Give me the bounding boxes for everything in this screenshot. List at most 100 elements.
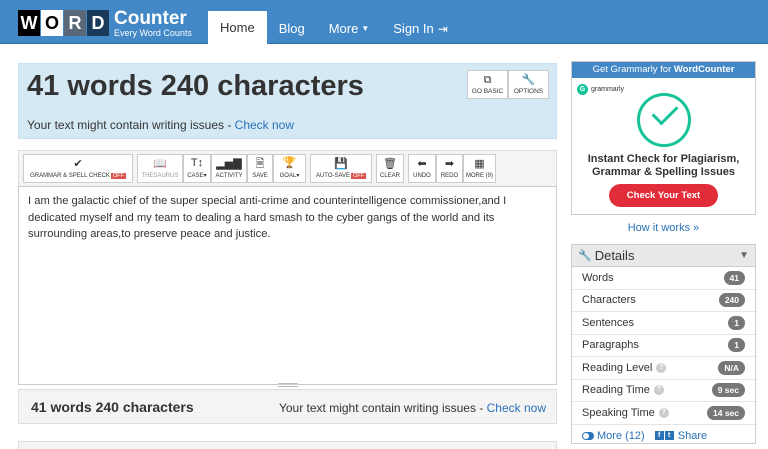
detail-label: Reading Time xyxy=(582,384,650,397)
nav-sign-in[interactable]: Sign In ⇥ xyxy=(381,12,460,45)
detail-value-badge: 14 sec xyxy=(707,405,745,420)
logo-name: Counter xyxy=(114,7,187,29)
grammar-check-text: GRAMMAR & SPELL CHECK xyxy=(30,172,110,179)
nav-blog[interactable]: Blog xyxy=(267,12,317,45)
writing-issues-text: Your text might contain writing issues - xyxy=(27,118,235,132)
clear-button[interactable]: 🗑 CLEAR xyxy=(376,154,404,183)
ad-headline-line1: Instant Check for Plagiarism, xyxy=(587,153,740,165)
bottom-word-count: 41 words 240 characters xyxy=(31,399,194,415)
grammarly-logo: G grammarly xyxy=(577,84,624,95)
arrow-right-icon: ➡ xyxy=(444,157,455,170)
go-basic-button[interactable]: ⧉ GO BASIC xyxy=(467,70,508,99)
check-now-link[interactable]: Check now xyxy=(235,118,294,132)
redo-button[interactable]: ➡ REDO xyxy=(436,154,463,183)
auto-save-off-badge: OFF xyxy=(351,172,367,179)
share-label: Share xyxy=(677,429,708,442)
clear-label: CLEAR xyxy=(380,172,401,179)
ad-headline-line2: Grammar & Spelling Issues xyxy=(591,166,736,178)
ad-headline: Instant Check for Plagiarism, Grammar & … xyxy=(572,153,755,179)
check-your-text-button[interactable]: Check Your Text xyxy=(609,184,718,207)
logo-tagline: Every Word Counts xyxy=(114,27,192,38)
detail-row-sentences: Sentences 1 xyxy=(572,312,755,335)
text-height-icon: T↕ xyxy=(190,157,204,169)
bottom-check-now-link[interactable]: Check now xyxy=(487,401,546,415)
auto-save-button[interactable]: 💾 AUTO-SAVE OFF xyxy=(310,154,372,183)
grammarly-ad[interactable]: Get Grammarly for WordCounter G grammarl… xyxy=(571,61,756,215)
grammar-check-button[interactable]: ✔ GRAMMAR & SPELL CHECK OFF xyxy=(23,154,133,183)
detail-label: Speaking Time xyxy=(582,406,655,419)
thesaurus-button[interactable]: 📖 THESAURUS xyxy=(137,154,183,183)
logo-text: Counter Every Word Counts xyxy=(114,9,192,38)
lower-panel-edge xyxy=(18,441,557,449)
help-icon[interactable]: ? xyxy=(658,407,669,418)
nav-blog-label: Blog xyxy=(278,21,305,36)
case-button[interactable]: T↕ CASE▾ xyxy=(183,154,211,183)
details-header[interactable]: 🔧 Details ▼ xyxy=(572,245,755,267)
grammarly-logo-text: grammarly xyxy=(591,86,625,93)
more-details-link[interactable]: More (12) xyxy=(582,430,645,442)
bottom-stats-bar: 41 words 240 characters Your text might … xyxy=(18,389,557,424)
goal-button[interactable]: 🏆 GOAL▾ xyxy=(273,154,306,183)
nav-more[interactable]: More ▼ xyxy=(317,12,382,45)
case-text: CASE xyxy=(187,173,204,179)
text-editor[interactable]: I am the galactic chief of the super spe… xyxy=(18,186,557,385)
goal-label: GOAL▾ xyxy=(279,173,300,179)
save-button[interactable]: 🗎 SAVE xyxy=(247,154,273,183)
nav-home-label: Home xyxy=(220,20,255,35)
twitter-icon: t xyxy=(664,431,674,441)
bottom-writing-issues-notice: Your text might contain writing issues -… xyxy=(279,401,546,415)
ad-header-brand: WordCounter xyxy=(673,64,735,75)
activity-button[interactable]: ▂▅▇ ACTIVITY xyxy=(211,154,247,183)
undo-button[interactable]: ⬅ UNDO xyxy=(408,154,436,183)
goal-text: GOAL xyxy=(279,173,297,179)
main-nav: Home Blog More ▼ Sign In ⇥ xyxy=(208,11,460,45)
logo-letter: W xyxy=(18,10,40,36)
go-basic-label: GO BASIC xyxy=(471,87,504,95)
wrench-icon: 🔧 xyxy=(578,250,592,262)
detail-value-badge: 1 xyxy=(728,315,745,330)
check-icon: ✔ xyxy=(73,157,83,170)
facebook-icon: f xyxy=(654,431,664,441)
detail-label: Paragraphs xyxy=(582,339,639,352)
site-logo[interactable]: W O R D Counter Every Word Counts xyxy=(18,8,192,38)
options-label: OPTIONS xyxy=(513,87,544,95)
options-button[interactable]: 🔧 OPTIONS xyxy=(508,70,549,99)
how-it-works-link[interactable]: How it works » xyxy=(571,222,756,234)
activity-label: ACTIVITY xyxy=(215,172,243,179)
auto-save-label: AUTO-SAVE OFF xyxy=(316,172,367,179)
panel-buttons: ⧉ GO BASIC 🔧 OPTIONS xyxy=(467,70,549,99)
more-tools-button[interactable]: ▦ MORE (9) xyxy=(463,154,496,183)
editor-toolbar: ✔ GRAMMAR & SPELL CHECK OFF 📖 THESAURUS T… xyxy=(18,150,557,186)
stats-panel: 41 words 240 characters Your text might … xyxy=(18,63,557,139)
bottom-writing-issues-text: Your text might contain writing issues - xyxy=(278,401,487,415)
help-icon[interactable]: ? xyxy=(656,362,667,373)
details-footer: More (12) ft Share xyxy=(572,425,755,447)
detail-row-words: Words 41 xyxy=(572,267,755,290)
floppy-icon: 💾 xyxy=(334,157,348,170)
detail-label: Sentences xyxy=(582,316,634,329)
nav-home[interactable]: Home xyxy=(208,11,267,44)
caret-down-icon: ▼ xyxy=(361,24,370,33)
ad-header-prefix: Get Grammarly for xyxy=(592,64,674,75)
detail-label: Characters xyxy=(582,294,636,307)
case-label: CASE▾ xyxy=(187,173,207,179)
share-link[interactable]: ft Share xyxy=(654,429,708,442)
logo-letter: R xyxy=(64,10,86,36)
more-details-label: More (12) xyxy=(597,429,645,442)
chevron-down-icon: ▼ xyxy=(739,250,749,261)
save-label: SAVE xyxy=(252,172,268,179)
redo-label: REDO xyxy=(440,172,459,179)
wrench-icon: 🔧 xyxy=(521,73,536,86)
detail-row-paragraphs: Paragraphs 1 xyxy=(572,335,755,357)
resize-handle[interactable] xyxy=(278,383,298,387)
more-tools-label: MORE (9) xyxy=(466,172,493,179)
help-icon[interactable]: ? xyxy=(653,385,664,396)
details-title: Details xyxy=(594,248,635,263)
nav-sign-in-label: Sign In xyxy=(393,21,434,36)
detail-row-characters: Characters 240 xyxy=(572,290,755,312)
nav-more-label: More xyxy=(328,21,359,36)
toggle-icon xyxy=(582,431,594,440)
page-title: 41 words 240 characters xyxy=(27,70,364,102)
bar-chart-icon: ▂▅▇ xyxy=(216,157,242,170)
detail-value-badge: 9 sec xyxy=(711,383,745,398)
